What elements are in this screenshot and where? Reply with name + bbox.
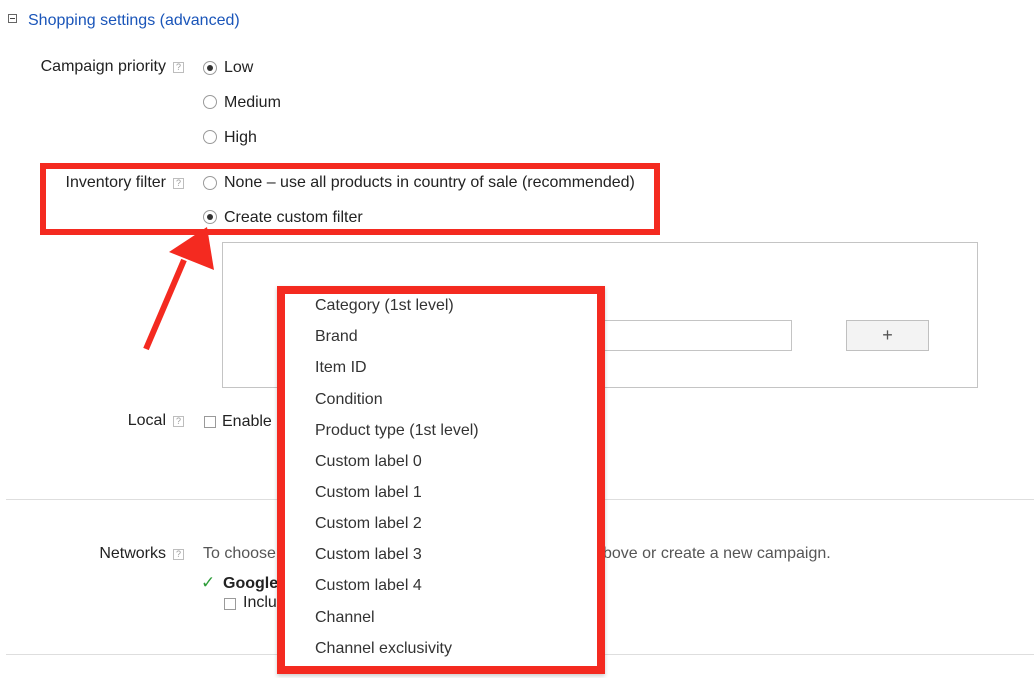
include-partners-label[interactable]: Inclu <box>243 594 277 612</box>
priority-medium-radio[interactable] <box>203 95 217 109</box>
annotation-arrow-icon <box>143 227 214 351</box>
networks-label: Networks <box>99 545 166 562</box>
dropdown-option[interactable]: Brand <box>315 328 358 346</box>
filter-value-input[interactable] <box>590 320 792 351</box>
local-enable-checkbox[interactable] <box>204 416 216 428</box>
help-icon[interactable]: ? <box>173 549 184 560</box>
network-google-label: Google <box>223 575 279 592</box>
dropdown-option[interactable]: Condition <box>315 391 383 409</box>
networks-info-text-tail: bove or create a new campaign. <box>603 545 831 562</box>
dropdown-option[interactable]: Item ID <box>315 359 367 377</box>
networks-info-text: To choose <box>203 545 276 562</box>
add-filter-button[interactable]: + <box>846 320 929 351</box>
shopping-settings-toggle[interactable]: Shopping settings (advanced) <box>28 12 240 30</box>
local-enable-label[interactable]: Enable <box>222 413 272 431</box>
priority-high-label[interactable]: High <box>224 129 257 147</box>
priority-high-radio[interactable] <box>203 130 217 144</box>
dropdown-option[interactable]: Custom label 2 <box>315 515 422 533</box>
help-icon[interactable]: ? <box>173 62 184 73</box>
priority-low-radio[interactable] <box>203 61 217 75</box>
dropdown-option[interactable]: Product type (1st level) <box>315 422 479 440</box>
checkmark-icon: ✓ <box>201 573 216 592</box>
dropdown-option[interactable]: Custom label 3 <box>315 546 422 564</box>
collapse-icon[interactable] <box>8 14 17 23</box>
dropdown-option[interactable]: Custom label 1 <box>315 484 422 502</box>
help-icon[interactable]: ? <box>173 416 184 427</box>
priority-medium-label[interactable]: Medium <box>224 94 281 112</box>
annotation-highlight-box <box>40 163 660 235</box>
include-partners-checkbox[interactable] <box>224 598 236 610</box>
filter-attribute-dropdown[interactable]: Category (1st level) Brand Item ID Condi… <box>277 286 605 674</box>
dropdown-option[interactable]: Custom label 4 <box>315 577 422 595</box>
dropdown-option[interactable]: Channel <box>315 609 375 627</box>
priority-low-label[interactable]: Low <box>224 59 253 77</box>
dropdown-option[interactable]: Channel exclusivity <box>315 640 452 658</box>
dropdown-option[interactable]: Custom label 0 <box>315 453 422 471</box>
local-label: Local <box>127 412 166 429</box>
campaign-priority-label: Campaign priority <box>40 58 166 75</box>
dropdown-option[interactable]: Category (1st level) <box>315 297 454 315</box>
